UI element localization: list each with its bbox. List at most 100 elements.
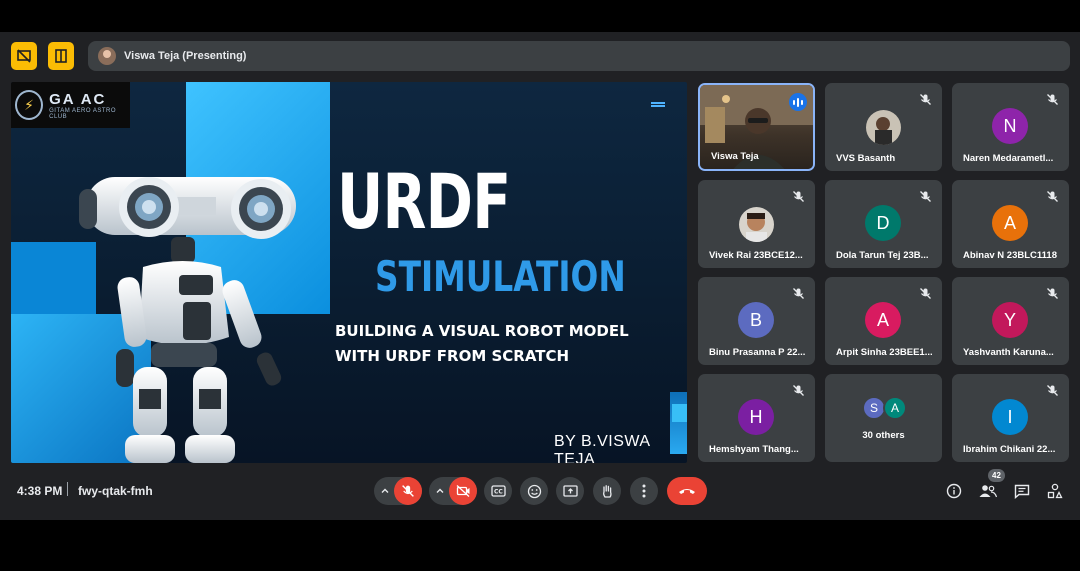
participant-name: Dola Tarun Tej 23B... <box>836 250 929 261</box>
chat-icon <box>1014 484 1030 499</box>
layout-icon[interactable] <box>48 42 74 70</box>
divider <box>67 482 68 496</box>
profile-photo <box>739 207 774 242</box>
logo-sub-text: GITAM AERO ASTRO CLUB <box>49 107 117 120</box>
slide-tagline: BUILDING A VISUAL ROBOT MODEL WITH URDF … <box>335 319 629 369</box>
participant-name: Abinav N 23BLC1118 <box>963 250 1057 261</box>
participant-tile[interactable]: VVS Basanth <box>825 83 942 171</box>
mic-off-icon <box>1047 191 1058 202</box>
presenting-banner[interactable]: Viswa Teja (Presenting) <box>88 41 1070 71</box>
mic-options-chevron-icon[interactable] <box>376 477 394 505</box>
split-layout-icon <box>55 49 67 63</box>
participant-name: Viswa Teja <box>711 151 759 162</box>
participant-avatar: A <box>992 205 1028 241</box>
participant-avatar: A <box>883 396 907 420</box>
chat-button[interactable] <box>1012 481 1032 501</box>
captions-button[interactable]: CC <box>484 477 512 505</box>
slide-byline: BY B.VISWA TEJA <box>554 433 650 463</box>
emoji-icon <box>527 484 541 498</box>
participant-photo-avatar <box>739 207 774 242</box>
logo-main-text: GA AC <box>49 90 107 108</box>
participant-avatar: I <box>992 399 1028 435</box>
participant-avatar: A <box>865 302 901 338</box>
top-black-area <box>0 0 1080 32</box>
end-call-button[interactable] <box>667 477 707 505</box>
slide-decor-block <box>672 404 687 422</box>
slide-tagline-line1: BUILDING A VISUAL ROBOT MODEL <box>335 322 629 340</box>
meeting-info-button[interactable] <box>944 481 964 501</box>
slide-title: URDF <box>337 157 511 246</box>
participant-name: Yashvanth Karuna... <box>963 347 1054 358</box>
activities-button[interactable] <box>1045 481 1065 501</box>
others-tile[interactable]: S A 30 others <box>825 374 942 462</box>
raise-hand-button[interactable] <box>593 477 621 505</box>
participant-tile[interactable]: D Dola Tarun Tej 23B... <box>825 180 942 268</box>
camera-options-chevron-icon[interactable] <box>431 477 449 505</box>
participant-tile[interactable]: Viswa Teja <box>698 83 815 171</box>
participant-avatar: Y <box>992 302 1028 338</box>
rocket-icon: ⚡ <box>15 90 44 120</box>
people-icon <box>979 485 997 498</box>
participant-tile[interactable]: I Ibrahim Chikani 22... <box>952 374 1069 462</box>
bottom-black-area <box>0 520 1080 571</box>
slide-menu-icon <box>651 102 665 107</box>
info-icon <box>946 483 962 499</box>
participant-name: Ibrahim Chikani 22... <box>963 444 1056 455</box>
mic-off-icon <box>1047 385 1058 396</box>
profile-photo <box>866 110 901 145</box>
mic-toggle-button[interactable] <box>394 477 422 505</box>
people-button[interactable] <box>978 481 998 501</box>
participant-tile[interactable]: H Hemshyam Thang... <box>698 374 815 462</box>
end-call-icon <box>679 489 695 494</box>
present-button[interactable] <box>556 477 584 505</box>
participant-tile[interactable]: B Binu Prasanna P 22... <box>698 277 815 365</box>
mic-off-icon <box>920 191 931 202</box>
participant-name: Hemshyam Thang... <box>709 444 799 455</box>
participant-tile[interactable]: A Arpit Sinha 23BEE1... <box>825 277 942 365</box>
more-options-button[interactable] <box>630 477 658 505</box>
participant-avatar: N <box>992 108 1028 144</box>
presenter-label: Viswa Teja (Presenting) <box>124 50 247 62</box>
meet-app: Viswa Teja (Presenting) ⚡ GA AC GITAM AE… <box>0 32 1080 520</box>
camera-toggle-button[interactable] <box>449 477 477 505</box>
mic-off-icon <box>793 191 804 202</box>
raise-hand-icon <box>603 484 612 498</box>
participant-tile[interactable]: N Naren Medarametl... <box>952 83 1069 171</box>
emoji-button[interactable] <box>520 477 548 505</box>
club-logo: ⚡ GA AC GITAM AERO ASTRO CLUB <box>11 82 130 128</box>
captions-icon: CC <box>490 485 506 497</box>
stop-presenting-icon[interactable] <box>11 42 37 70</box>
presentation-slide: ⚡ GA AC GITAM AERO ASTRO CLUB URDF STIMU… <box>11 82 687 463</box>
activities-icon <box>1047 483 1063 499</box>
participant-tile[interactable]: Y Yashvanth Karuna... <box>952 277 1069 365</box>
slide-subtitle: STIMULATION <box>375 252 626 301</box>
robot-illustration <box>79 177 296 463</box>
mic-off-icon <box>1047 288 1058 299</box>
others-count-label: 30 others <box>862 430 905 441</box>
participant-tile[interactable]: A Abinav N 23BLC1118 <box>952 180 1069 268</box>
mic-off-icon <box>920 288 931 299</box>
screen-share-off-icon <box>17 49 31 63</box>
participant-avatar: D <box>865 205 901 241</box>
presenter-avatar <box>98 47 116 65</box>
mic-off-icon <box>1047 94 1058 105</box>
participant-name: Naren Medarametl... <box>963 153 1054 164</box>
mic-off-icon <box>920 94 931 105</box>
participant-name: Arpit Sinha 23BEE1... <box>836 347 933 358</box>
more-vert-icon <box>642 484 646 498</box>
participant-name: Binu Prasanna P 22... <box>709 347 806 358</box>
present-screen-icon <box>562 484 578 497</box>
mic-off-icon <box>402 485 414 497</box>
svg-text:CC: CC <box>494 489 503 496</box>
speaking-indicator-icon <box>789 93 807 111</box>
camera-off-icon <box>456 485 469 497</box>
participant-tile[interactable]: Vivek Rai 23BCE12... <box>698 180 815 268</box>
meeting-time: 4:38 PM <box>17 484 63 498</box>
mic-off-icon <box>793 288 804 299</box>
participant-avatar: B <box>738 302 774 338</box>
meeting-code[interactable]: fwy-qtak-fmh <box>78 484 153 498</box>
participant-avatar: H <box>738 399 774 435</box>
participant-photo-avatar <box>866 110 901 145</box>
participant-name: VVS Basanth <box>836 153 896 164</box>
slide-tagline-line2: WITH URDF FROM SCRATCH <box>335 347 570 365</box>
